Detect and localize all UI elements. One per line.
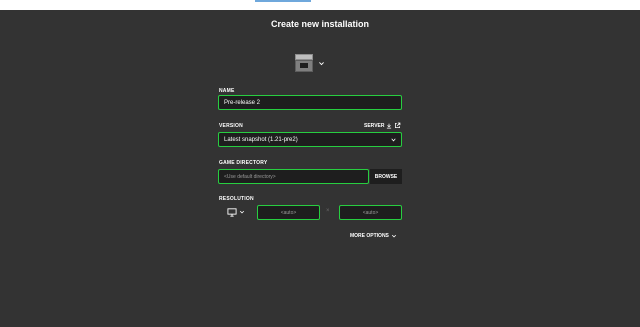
resolution-separator: × xyxy=(326,208,330,214)
chevron-down-icon xyxy=(391,138,396,142)
dialog-title: Create new installation xyxy=(270,19,370,29)
resolution-width-input[interactable]: <auto> xyxy=(257,205,320,220)
download-icon xyxy=(387,123,392,128)
version-select-value: Latest snapshot (1.21-pre2) xyxy=(224,136,298,143)
more-options-label: MORE OPTIONS xyxy=(350,233,389,239)
game-directory-label: GAME DIRECTORY xyxy=(219,160,268,166)
resolution-width-value: <auto> xyxy=(280,209,297,216)
name-input-value: Pre-release 2 xyxy=(224,99,261,106)
game-directory-input[interactable]: <Use default directory> xyxy=(218,169,369,184)
furnace-block-icon xyxy=(294,54,314,72)
game-directory-placeholder: <Use default directory> xyxy=(224,173,276,180)
resolution-preset-picker[interactable] xyxy=(227,207,247,217)
server-link-label: SERVER xyxy=(364,122,385,129)
chevron-down-icon xyxy=(239,210,245,214)
top-accent-bar xyxy=(255,0,311,2)
name-label: NAME xyxy=(219,88,235,94)
version-label: VERSION xyxy=(219,123,243,129)
name-input[interactable]: Pre-release 2 xyxy=(218,95,402,110)
browse-button[interactable]: BROWSE xyxy=(370,169,402,184)
resolution-height-value: <auto> xyxy=(362,209,379,216)
monitor-icon xyxy=(227,207,237,217)
resolution-label: RESOLUTION xyxy=(219,196,254,202)
more-options-toggle[interactable]: MORE OPTIONS xyxy=(350,233,397,239)
window-top-strip xyxy=(0,0,640,10)
installation-icon-picker[interactable] xyxy=(294,53,328,73)
server-link[interactable]: SERVER xyxy=(364,122,401,129)
resolution-height-input[interactable]: <auto> xyxy=(339,205,402,220)
external-link-icon xyxy=(395,122,401,128)
chevron-down-icon xyxy=(319,61,324,65)
chevron-down-icon xyxy=(391,234,396,238)
version-select[interactable]: Latest snapshot (1.21-pre2) xyxy=(218,132,402,147)
